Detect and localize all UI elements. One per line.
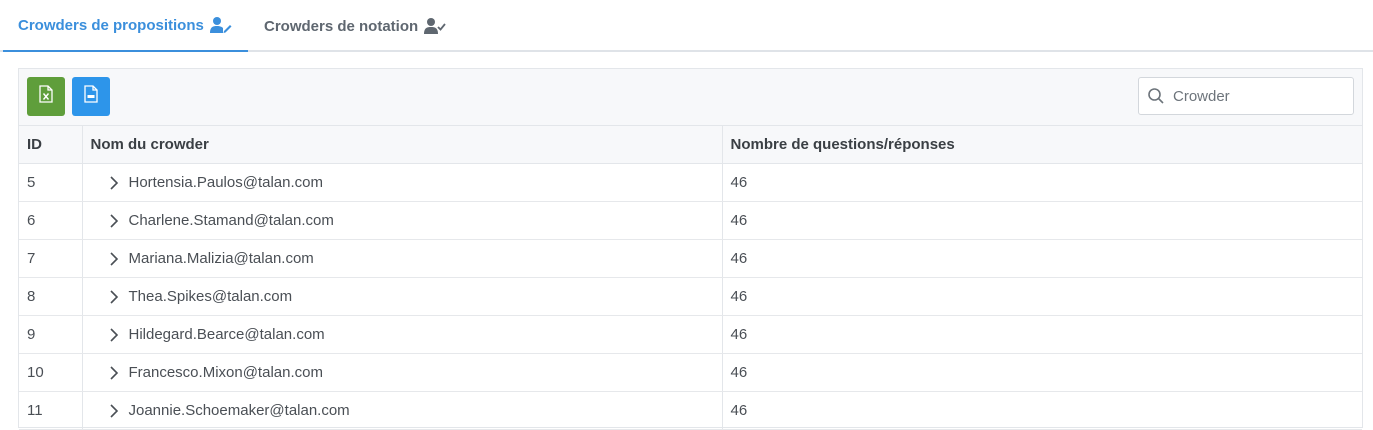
cell-id: 10: [19, 353, 82, 392]
cell-name: Thea.Spikes@talan.com: [81, 277, 722, 316]
search-icon: [1147, 87, 1165, 105]
user-edit-icon: [209, 16, 232, 34]
export-excel-button[interactable]: [27, 77, 65, 116]
search-input[interactable]: [1171, 86, 1345, 106]
cell-name: Francesco.Mixon@talan.com: [81, 353, 722, 392]
cell-count: 46: [721, 391, 1362, 430]
search-box: [1138, 77, 1354, 115]
cell-id: 6: [19, 201, 82, 240]
chevron-right-icon[interactable]: [109, 365, 119, 381]
crowder-email: Mariana.Malizia@talan.com: [128, 250, 314, 267]
crowder-email: Hortensia.Paulos@talan.com: [128, 174, 324, 191]
column-header-count[interactable]: Nombre de questions/réponses: [721, 125, 1362, 164]
crowder-email: Charlene.Stamand@talan.com: [128, 212, 334, 229]
column-header-name[interactable]: Nom du crowder: [81, 125, 722, 164]
chevron-right-icon[interactable]: [109, 289, 119, 305]
table-toolbar: [19, 69, 1362, 125]
cell-count: 46: [721, 277, 1362, 316]
tab-label: Crowders de notation: [264, 17, 419, 35]
cell-name: Mariana.Malizia@talan.com: [81, 239, 722, 278]
cell-count: 46: [721, 201, 1362, 240]
cell-name: Joannie.Schoemaker@talan.com: [81, 391, 722, 430]
table-row: 10 Francesco.Mixon@talan.com 46: [19, 353, 1362, 392]
cell-count: 46: [721, 353, 1362, 392]
cell-id: 8: [19, 277, 82, 316]
table-header-row: ID Nom du crowder Nombre de questions/ré…: [19, 125, 1362, 164]
cell-count: 46: [721, 239, 1362, 278]
cell-name: Hortensia.Paulos@talan.com: [81, 163, 722, 202]
cell-count: 46: [721, 163, 1362, 202]
data-table-panel: ID Nom du crowder Nombre de questions/ré…: [18, 68, 1363, 430]
table-row: 6 Charlene.Stamand@talan.com 46: [19, 201, 1362, 240]
tab-crowders-propositions[interactable]: Crowders de propositions: [3, 0, 248, 52]
tab-bar: Crowders de propositions Crowders de not…: [0, 0, 1373, 52]
cell-name: Hildegard.Bearce@talan.com: [81, 315, 722, 354]
table-row: 9 Hildegard.Bearce@talan.com 46: [19, 315, 1362, 354]
table-row: 5 Hortensia.Paulos@talan.com 46: [19, 163, 1362, 202]
chevron-right-icon[interactable]: [109, 175, 119, 191]
chevron-right-icon[interactable]: [109, 213, 119, 229]
table-row: 7 Mariana.Malizia@talan.com 46: [19, 239, 1362, 278]
crowders-table: ID Nom du crowder Nombre de questions/ré…: [19, 125, 1362, 430]
crowder-email: Joannie.Schoemaker@talan.com: [128, 402, 350, 419]
column-header-id[interactable]: ID: [19, 125, 82, 164]
csv-file-icon: [84, 85, 98, 108]
cell-id: 11: [19, 391, 82, 430]
chevron-right-icon[interactable]: [109, 403, 119, 419]
cell-id: 9: [19, 315, 82, 354]
table-row: 8 Thea.Spikes@talan.com 46: [19, 277, 1362, 316]
chevron-right-icon[interactable]: [109, 251, 119, 267]
excel-file-icon: [39, 85, 53, 108]
crowder-email: Francesco.Mixon@talan.com: [128, 364, 323, 381]
table-row: 11 Joannie.Schoemaker@talan.com 46: [19, 391, 1362, 430]
cell-id: 5: [19, 163, 82, 202]
export-csv-button[interactable]: [72, 77, 110, 116]
cell-count: 46: [721, 315, 1362, 354]
tab-label: Crowders de propositions: [18, 16, 204, 34]
crowder-email: Hildegard.Bearce@talan.com: [128, 326, 325, 343]
chevron-right-icon[interactable]: [109, 327, 119, 343]
crowder-email: Thea.Spikes@talan.com: [128, 288, 293, 305]
tab-crowders-notation[interactable]: Crowders de notation: [264, 0, 464, 52]
cell-name: Charlene.Stamand@talan.com: [81, 201, 722, 240]
user-check-icon: [424, 17, 446, 35]
cell-id: 7: [19, 239, 82, 278]
